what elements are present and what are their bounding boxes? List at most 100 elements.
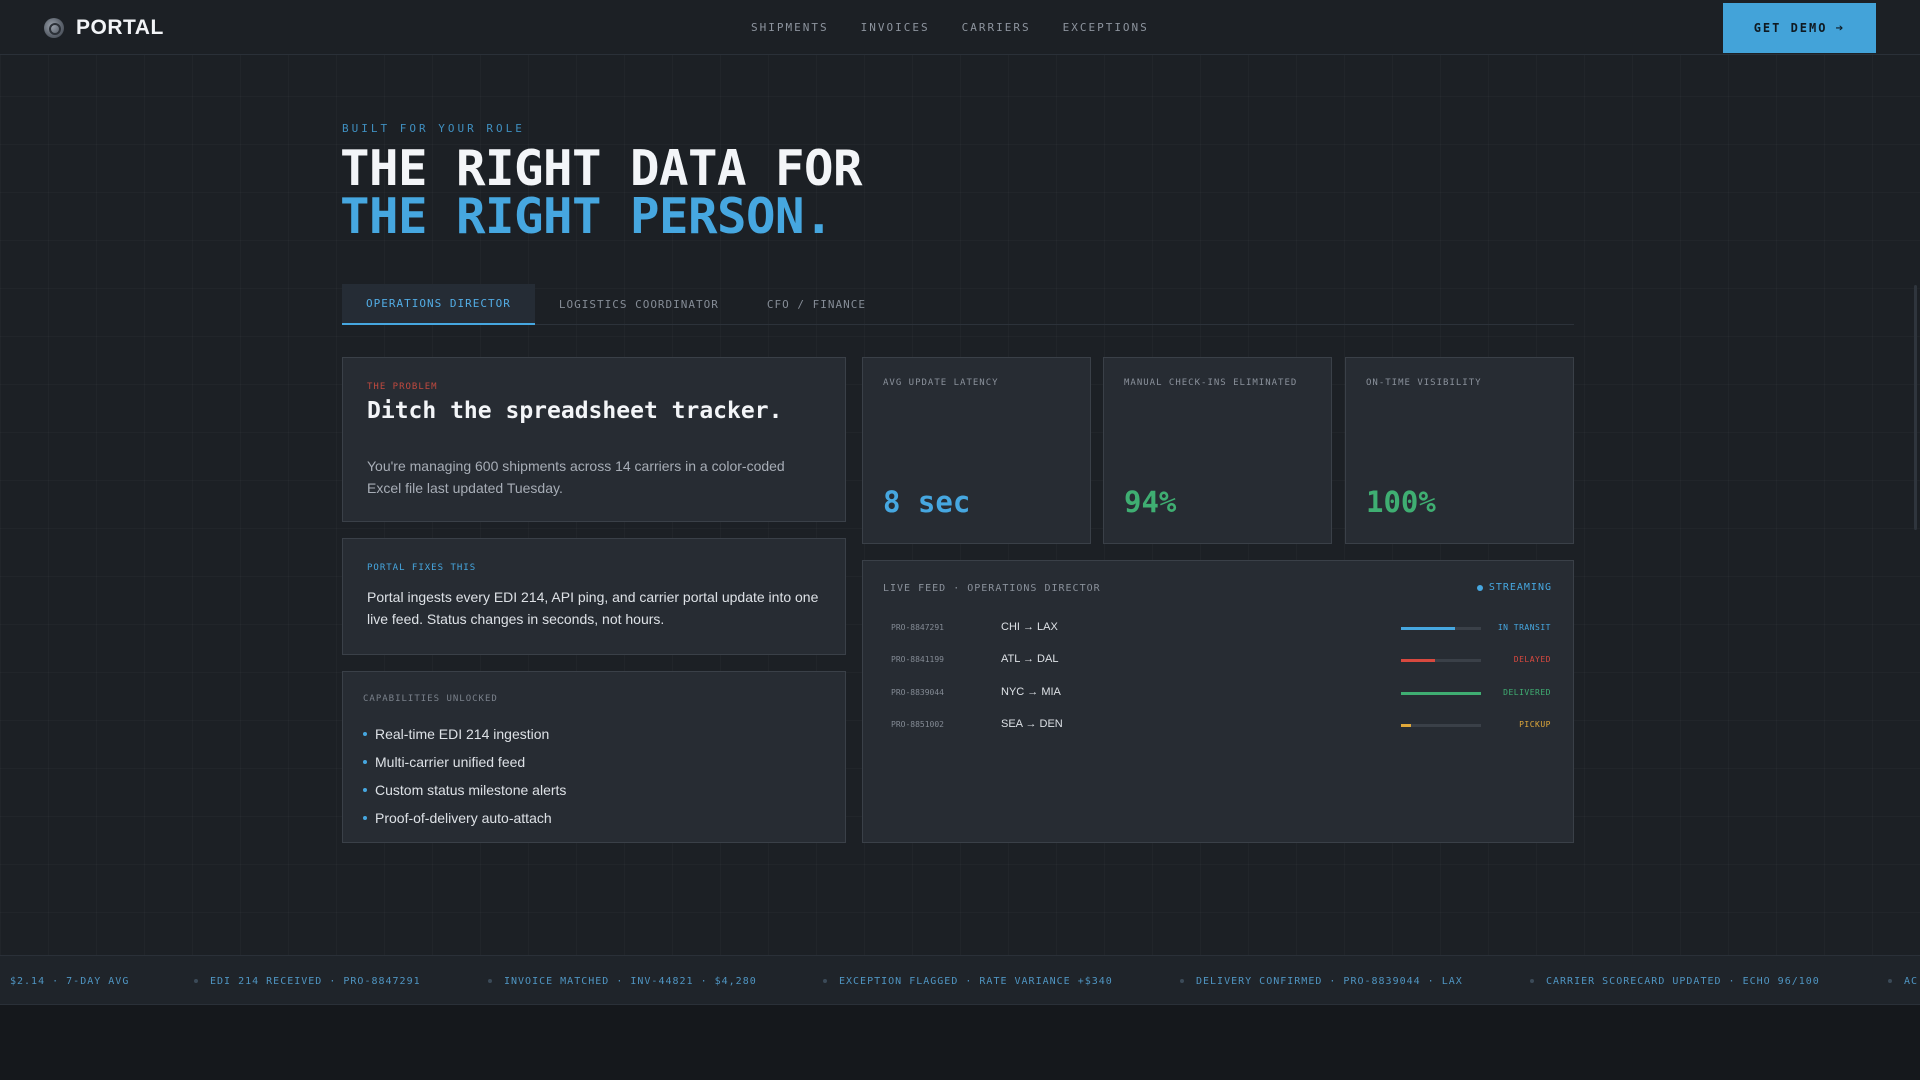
live-dot-icon: [1476, 584, 1483, 591]
feed-row[interactable]: PRO-8851002 SEA → DEN PICKUP: [891, 716, 1551, 736]
feed-row[interactable]: PRO-8841199 ATL → DAL DELAYED: [891, 651, 1551, 671]
progress-fill: [1401, 724, 1411, 727]
portal-logo-icon: [44, 18, 64, 38]
get-demo-button[interactable]: GET DEMO ➔: [1723, 3, 1876, 53]
scrollbar-thumb[interactable]: [1914, 285, 1917, 530]
fixes-label: PORTAL FIXES THIS: [367, 563, 477, 573]
bullet-icon: [363, 816, 367, 820]
stat-label: AVG UPDATE LATENCY: [883, 378, 999, 388]
pro-number: PRO-8839044: [891, 688, 944, 697]
progress-track: [1401, 659, 1481, 662]
status-badge: IN TRANSIT: [1497, 623, 1551, 632]
list-item: Proof-of-delivery auto-attach: [363, 804, 566, 832]
stat-label: MANUAL CHECK-INS ELIMINATED: [1124, 378, 1298, 388]
nav-link-exceptions[interactable]: EXCEPTIONS: [1063, 21, 1149, 34]
get-demo-label: GET DEMO: [1753, 21, 1828, 35]
brand-logo[interactable]: PORTAL: [44, 16, 164, 40]
ticker-item: EDI 214 RECEIVED · PRO-8847291: [194, 976, 421, 987]
capabilities-card: CAPABILITIES UNLOCKED Real-time EDI 214 …: [342, 671, 846, 843]
list-item: Real-time EDI 214 ingestion: [363, 720, 566, 748]
route: ATL → DAL: [1001, 653, 1059, 665]
nav-links: SHIPMENTS INVOICES CARRIERS EXCEPTIONS: [751, 21, 1149, 34]
ticker-item: AC: [1888, 976, 1918, 987]
nav-link-invoices[interactable]: INVOICES: [861, 21, 930, 34]
progress-track: [1401, 724, 1481, 727]
route: NYC → MIA: [1001, 686, 1061, 698]
ticker-item: DELIVERY CONFIRMED · PRO-8839044 · LAX: [1180, 976, 1463, 987]
stat-value: 100%: [1366, 485, 1436, 519]
headline-line-2: THE RIGHT PERSON.: [340, 188, 834, 245]
progress-fill: [1401, 627, 1456, 630]
brand-name: PORTAL: [76, 16, 164, 39]
hero-eyebrow: BUILT FOR YOUR ROLE: [342, 122, 525, 135]
tab-logistics-coordinator[interactable]: LOGISTICS COORDINATOR: [535, 284, 743, 325]
capabilities-label: CAPABILITIES UNLOCKED: [363, 694, 498, 704]
role-tabs: OPERATIONS DIRECTOR LOGISTICS COORDINATO…: [342, 284, 1574, 325]
page-footer-area: [0, 1005, 1920, 1080]
stat-label: ON-TIME VISIBILITY: [1366, 378, 1482, 388]
capabilities-list: Real-time EDI 214 ingestion Multi-carrie…: [363, 720, 566, 832]
progress-track: [1401, 627, 1481, 630]
status-badge: PICKUP: [1519, 720, 1551, 729]
problem-card: THE PROBLEM Ditch the spreadsheet tracke…: [342, 357, 846, 522]
status-badge: DELAYED: [1513, 655, 1551, 664]
bullet-icon: [363, 760, 367, 764]
problem-label: THE PROBLEM: [367, 382, 438, 392]
ticker-text: EDI 214 RECEIVED · PRO-8847291: [210, 976, 421, 987]
capability-text: Multi-carrier unified feed: [375, 754, 526, 770]
ticker-item: CARRIER SCORECARD UPDATED · ECHO 96/100: [1530, 976, 1820, 987]
route: CHI → LAX: [1001, 621, 1058, 633]
nav-link-carriers[interactable]: CARRIERS: [962, 21, 1031, 34]
nav-link-shipments[interactable]: SHIPMENTS: [751, 21, 829, 34]
feed-row[interactable]: PRO-8839044 NYC → MIA DELIVERED: [891, 684, 1551, 704]
progress-fill: [1401, 659, 1435, 662]
hero-headline: THE RIGHT DATA FOR THE RIGHT PERSON.: [340, 144, 863, 245]
dot-icon: [823, 979, 827, 983]
progress-fill: [1401, 692, 1481, 695]
ticker-item: $2.14 · 7-DAY AVG: [10, 976, 129, 987]
status-badge: DELIVERED: [1503, 688, 1551, 697]
top-nav: PORTAL SHIPMENTS INVOICES CARRIERS EXCEP…: [0, 0, 1920, 55]
list-item: Multi-carrier unified feed: [363, 748, 566, 776]
streaming-indicator: STREAMING: [1476, 582, 1552, 593]
ticker-text: INVOICE MATCHED · INV-44821 · $4,280: [504, 976, 757, 987]
arrow-right-icon: ➔: [1835, 20, 1846, 36]
pro-number: PRO-8847291: [891, 623, 944, 632]
problem-title: Ditch the spreadsheet tracker.: [367, 398, 783, 424]
dot-icon: [194, 979, 198, 983]
live-feed-panel: LIVE FEED · OPERATIONS DIRECTOR STREAMIN…: [862, 560, 1574, 843]
streaming-label: STREAMING: [1488, 582, 1552, 593]
feed-row[interactable]: PRO-8847291 CHI → LAX IN TRANSIT: [891, 619, 1551, 639]
progress-track: [1401, 692, 1481, 695]
stat-value: 8 sec: [883, 485, 971, 519]
dot-icon: [1180, 979, 1184, 983]
ticker-text: $2.14 · 7-DAY AVG: [10, 976, 130, 987]
stat-card-latency: AVG UPDATE LATENCY 8 sec: [862, 357, 1091, 544]
capability-text: Custom status milestone alerts: [375, 782, 567, 798]
problem-body: You're managing 600 shipments across 14 …: [367, 458, 785, 496]
pro-number: PRO-8841199: [891, 655, 944, 664]
stat-card-visibility: ON-TIME VISIBILITY 100%: [1345, 357, 1574, 544]
tab-operations-director[interactable]: OPERATIONS DIRECTOR: [342, 284, 535, 325]
capability-text: Real-time EDI 214 ingestion: [375, 726, 550, 742]
ticker-text: AC: [1904, 976, 1919, 987]
list-item: Custom status milestone alerts: [363, 776, 566, 804]
fixes-card: PORTAL FIXES THIS Portal ingests every E…: [342, 538, 846, 655]
stat-value: 94%: [1124, 485, 1177, 519]
capability-text: Proof-of-delivery auto-attach: [375, 810, 552, 826]
tab-cfo-finance[interactable]: CFO / FINANCE: [743, 284, 890, 325]
route: SEA → DEN: [1001, 718, 1063, 730]
feed-title: LIVE FEED · OPERATIONS DIRECTOR: [883, 583, 1101, 594]
ticker-text: CARRIER SCORECARD UPDATED · ECHO 96/100: [1546, 976, 1820, 987]
dot-icon: [1888, 979, 1892, 983]
stat-card-check-ins: MANUAL CHECK-INS ELIMINATED 94%: [1103, 357, 1332, 544]
activity-ticker: $2.14 · 7-DAY AVG EDI 214 RECEIVED · PRO…: [0, 955, 1920, 1005]
dot-icon: [488, 979, 492, 983]
ticker-text: EXCEPTION FLAGGED · RATE VARIANCE +$340: [839, 976, 1113, 987]
ticker-item: INVOICE MATCHED · INV-44821 · $4,280: [488, 976, 757, 987]
ticker-item: EXCEPTION FLAGGED · RATE VARIANCE +$340: [823, 976, 1113, 987]
pro-number: PRO-8851002: [891, 720, 944, 729]
bullet-icon: [363, 732, 367, 736]
dot-icon: [1530, 979, 1534, 983]
bullet-icon: [363, 788, 367, 792]
